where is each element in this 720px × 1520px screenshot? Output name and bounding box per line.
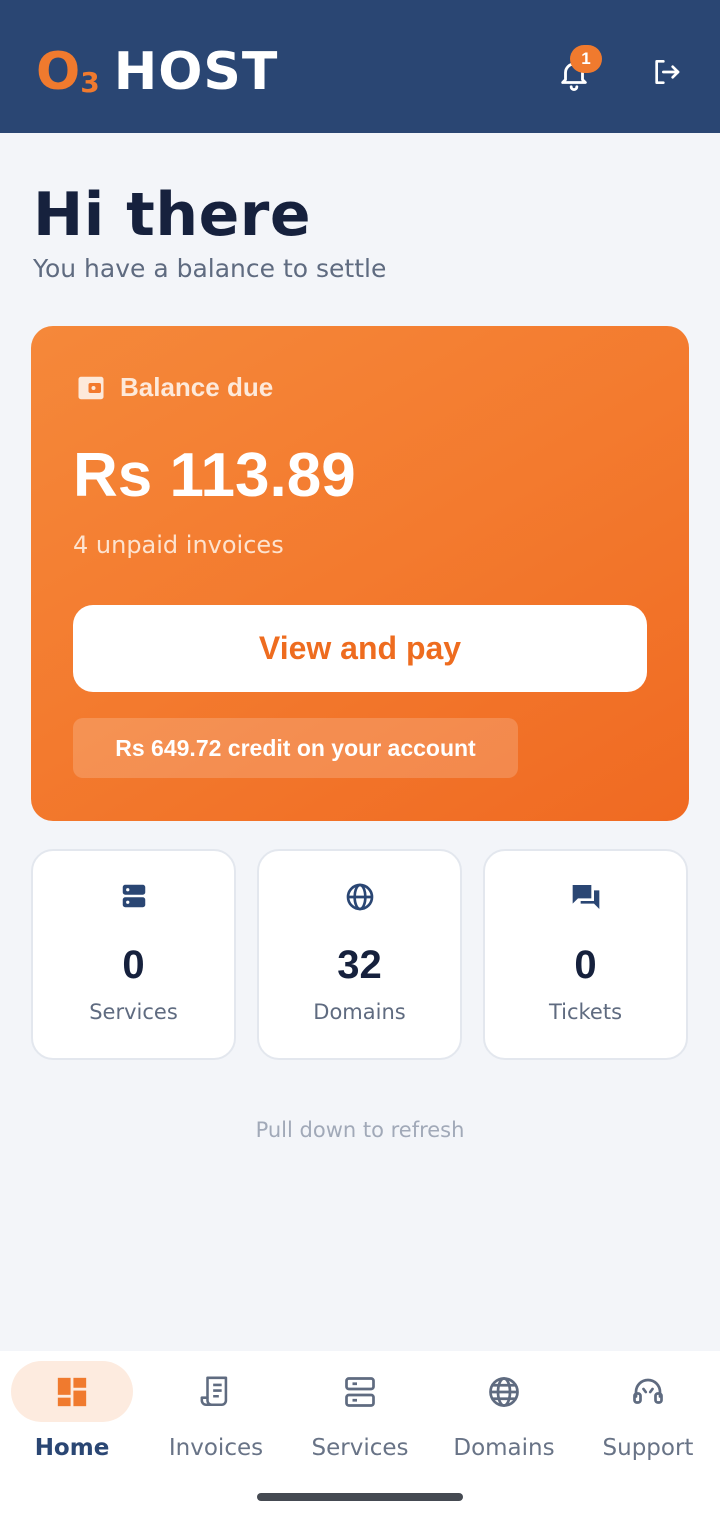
nav-label: Invoices [168,1435,264,1461]
nav-label: Home [34,1435,110,1461]
stat-value: 0 [122,943,145,987]
balance-label: Balance due [120,372,274,402]
balance-label-row: Balance due [76,372,273,403]
nav-label: Support [602,1435,694,1461]
balance-amount: Rs 113.89 [73,441,356,510]
stat-value: 0 [574,943,597,987]
nav-item-services[interactable]: Services [288,1361,432,1461]
page-title: Hi there [33,180,312,250]
pull-to-refresh-hint: Pull down to refresh [255,1118,465,1142]
nav-item-home[interactable]: Home [0,1361,144,1461]
nav-item-invoices[interactable]: Invoices [144,1361,288,1461]
notification-badge: 1 [570,45,602,73]
logout-icon [655,60,680,84]
nav-item-domains[interactable]: Domains [432,1361,576,1461]
logo-subscript: 3 [80,66,100,99]
globe-icon [346,883,373,911]
stat-card-tickets[interactable]: 0 Tickets [483,849,688,1060]
unpaid-invoices-count: 4 unpaid invoices [73,531,284,559]
logout-button[interactable] [644,50,688,94]
dashboard-icon [57,1377,87,1406]
chat-icon [572,885,599,909]
logo-host: HOST [113,42,279,102]
nav-item-support[interactable]: Support [576,1361,720,1461]
nav-label: Services [311,1435,409,1461]
stat-label: Tickets [548,1000,623,1024]
home-indicator[interactable] [257,1493,463,1501]
globe-icon [489,1376,519,1407]
stat-value: 32 [337,943,382,987]
nav-label: Domains [453,1435,555,1461]
server-icon [122,884,145,908]
stat-label: Services [89,1000,178,1024]
stat-card-domains[interactable]: 32 Domains [257,849,462,1060]
page-subtitle: You have a balance to settle [33,254,387,283]
server-icon [345,1376,375,1407]
stat-card-services[interactable]: 0 Services [31,849,236,1060]
receipt-icon [200,1376,228,1406]
account-credit-badge: Rs 649.72 credit on your account [73,718,518,778]
view-and-pay-button[interactable]: View and pay [73,605,647,692]
headset-icon [633,1378,663,1404]
stat-label: Domains [313,1000,406,1024]
brand-logo: O 3 HOST [36,44,278,100]
logo-o: O [36,42,81,102]
wallet-icon [78,376,104,399]
